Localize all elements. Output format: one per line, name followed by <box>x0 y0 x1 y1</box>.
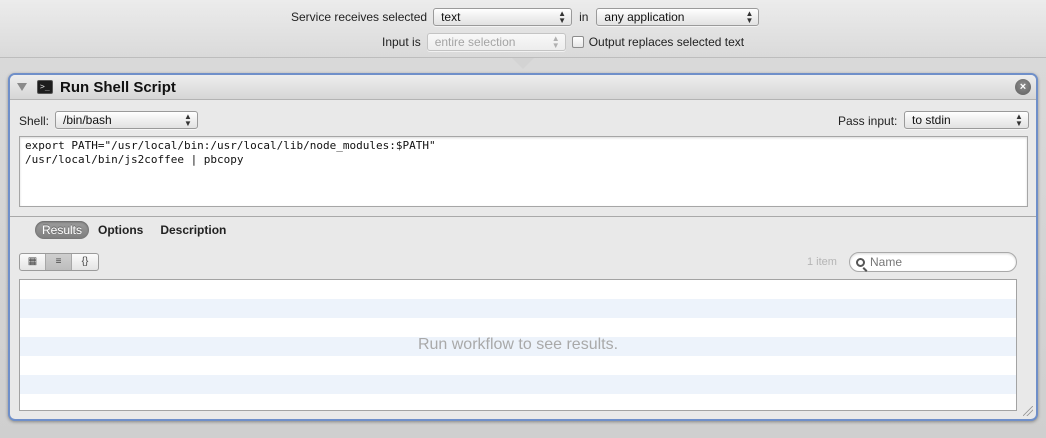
list-view-icon[interactable]: ≡ <box>46 254 72 270</box>
view-mode-switcher: ▦ ≡ {} <box>19 253 99 271</box>
receives-type-popup[interactable]: text ▲ ▼ <box>433 8 573 26</box>
pass-input-value: to stdin <box>912 113 951 127</box>
script-line: export PATH="/usr/local/bin:/usr/local/l… <box>25 139 436 152</box>
list-row-stripe <box>20 299 1016 318</box>
script-editor[interactable]: export PATH="/usr/local/bin:/usr/local/l… <box>19 136 1028 207</box>
output-replaces-checkbox[interactable] <box>571 36 584 48</box>
pass-input-popup[interactable]: to stdin ▲ ▼ <box>904 111 1029 129</box>
empty-results-message: Run workflow to see results. <box>417 336 619 353</box>
results-tab-bar: Results Options Description <box>35 221 235 239</box>
icon-view-icon[interactable]: ▦ <box>20 254 46 270</box>
application-value: any application <box>604 10 685 24</box>
tab-description[interactable]: Description <box>152 221 234 239</box>
pass-input-label: Pass input: <box>838 114 898 128</box>
results-list[interactable]: Run workflow to see results. <box>19 279 1017 411</box>
service-receives-label: Service receives selected <box>291 10 428 24</box>
tab-results[interactable]: Results <box>35 221 90 239</box>
search-input[interactable] <box>870 255 1010 269</box>
popup-arrows-icon: ▲ ▼ <box>745 9 754 25</box>
list-row-stripe <box>20 375 1016 394</box>
script-line: /usr/local/bin/js2coffee | pbcopy <box>25 153 244 166</box>
action-title: Run Shell Script <box>60 79 176 96</box>
tab-options[interactable]: Options <box>90 221 151 239</box>
in-label: in <box>579 10 589 24</box>
panel-pointer <box>512 58 534 69</box>
popup-arrows-icon: ▲ ▼ <box>551 34 560 50</box>
receives-type-value: text <box>441 10 461 24</box>
search-field[interactable] <box>849 252 1017 272</box>
input-is-label: Input is <box>382 35 421 49</box>
shell-label: Shell: <box>19 114 50 128</box>
application-popup[interactable]: any application ▲ ▼ <box>596 8 760 26</box>
section-divider <box>10 216 1036 217</box>
popup-arrows-icon: ▲ ▼ <box>1015 112 1023 128</box>
input-is-value: entire selection <box>434 35 516 49</box>
close-icon[interactable]: × <box>1015 79 1031 95</box>
input-is-row: Input is entire selection ▲ ▼ Output repl… <box>382 33 744 51</box>
run-shell-script-action: >_ Run Shell Script × Shell: /bin/bash ▲… <box>8 73 1038 421</box>
resize-grip-icon[interactable] <box>1023 406 1033 416</box>
input-is-popup[interactable]: entire selection ▲ ▼ <box>426 33 566 51</box>
terminal-icon: >_ <box>37 80 53 94</box>
popup-arrows-icon: ▲ ▼ <box>184 112 192 128</box>
service-receives-row: Service receives selected text ▲ ▼ in any… <box>291 8 760 26</box>
result-count: 1 item <box>807 256 837 268</box>
action-title-bar[interactable]: >_ Run Shell Script × <box>10 75 1036 100</box>
shell-value: /bin/bash <box>63 113 112 127</box>
popup-arrows-icon: ▲ ▼ <box>558 9 567 25</box>
shell-popup[interactable]: /bin/bash ▲ ▼ <box>55 111 198 129</box>
code-view-icon[interactable]: {} <box>72 254 98 270</box>
output-replaces-label[interactable]: Output replaces selected text <box>589 35 744 49</box>
search-icon <box>856 257 865 267</box>
disclosure-triangle-icon[interactable] <box>17 83 27 91</box>
